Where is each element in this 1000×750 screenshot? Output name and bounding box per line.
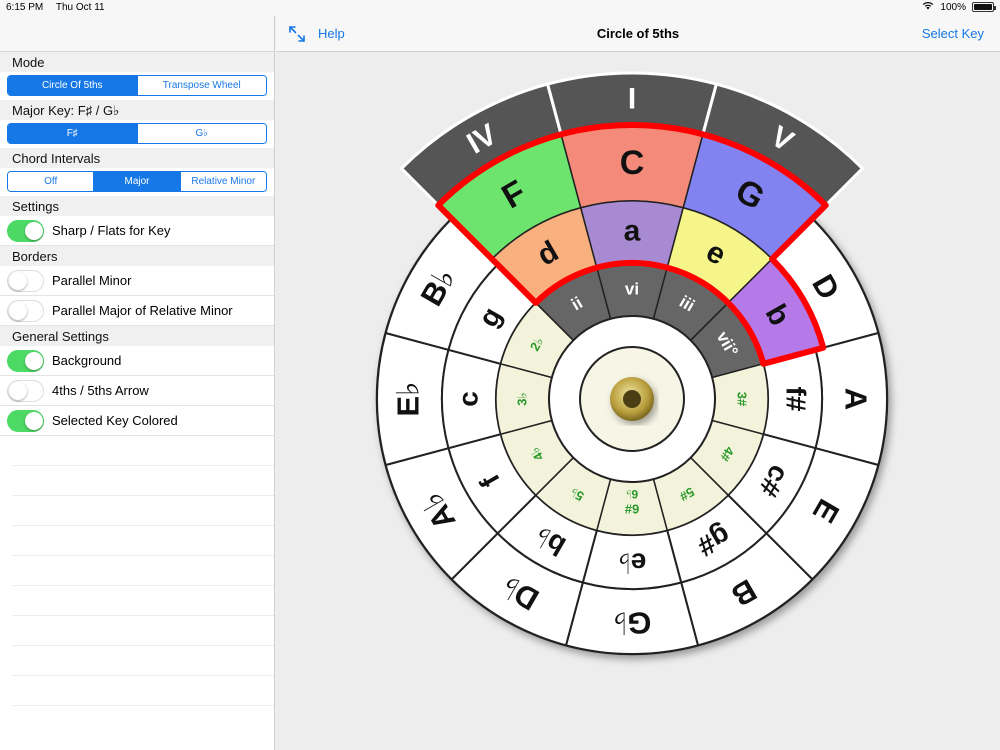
parallel-minor-label: Parallel Minor [52,273,132,288]
settings-sidebar: Mode Circle Of 5ths Transpose Wheel Majo… [0,16,275,750]
minor-key-label-e-flat: e♭ [618,548,647,579]
major-key-label-g-flat: G♭ [613,606,652,641]
settings-header: Settings [0,196,274,216]
sharp-flats-toggle[interactable] [7,219,44,242]
mode-option-transpose-wheel[interactable]: Transpose Wheel [137,76,266,95]
interval-label-3-flat: 3♭ [515,392,530,405]
parallel-major-relative-minor-toggle[interactable] [7,299,44,322]
major-key-option-sharp[interactable]: F♯ [8,124,138,143]
setting-row-background: Background [0,346,274,376]
status-time: 6:15 PM [6,2,44,13]
selected-key-colored-label: Selected Key Colored [52,413,178,428]
4ths-5ths-arrow-toggle[interactable] [7,379,44,402]
setting-row-4ths-5ths-arrow: 4ths / 5ths Arrow [0,376,274,406]
minor-key-label-f-sharp: f# [781,387,812,412]
battery-icon [972,2,996,12]
sharp-flats-label: Sharp / Flats for Key [52,223,171,238]
major-key-label-a: A [839,388,874,410]
chord-intervals-header: Chord Intervals [0,148,274,168]
empty-row [12,616,274,646]
setting-row-selected-key-colored: Selected Key Colored [0,406,274,436]
interval-label-3-sharp: 3# [735,392,750,407]
background-toggle[interactable] [7,349,44,372]
parallel-minor-toggle[interactable] [7,269,44,292]
background-label: Background [52,353,122,368]
chord-intervals-segmented-control: Off Major Relative Minor [7,171,267,192]
setting-row-parallel-minor: Parallel Minor [0,266,274,296]
chord-intervals-option-relative-minor[interactable]: Relative Minor [180,172,266,191]
chord-intervals-option-major[interactable]: Major [94,172,181,191]
major-key-option-flat[interactable]: G♭ [137,124,266,143]
parallel-major-relative-minor-label: Parallel Major of Relative Minor [52,303,233,318]
page-title: Circle of 5ths [596,26,680,41]
4ths-5ths-arrow-label: 4ths / 5ths Arrow [52,383,149,398]
battery-percent: 100% [940,1,966,13]
empty-row [12,526,274,556]
empty-row [12,586,274,616]
status-date: Thu Oct 11 [55,2,105,13]
mode-header: Mode [0,52,274,72]
interval-label-vi: vi [625,280,639,299]
empty-row [12,466,274,496]
empty-row [12,556,274,586]
highlighted-minor-label-a: a [624,215,641,248]
mode-option-circle-of-5ths[interactable]: Circle Of 5ths [8,76,138,95]
hub-knob-center [623,390,641,408]
empty-row [12,496,274,526]
minor-key-label-c: c [453,391,484,407]
empty-row [12,436,274,466]
interval-label-6-sharp: 6# [624,502,639,517]
major-key-label-e-flat: E♭ [391,381,426,416]
major-key-header: Major Key: F♯ / G♭ [0,100,274,120]
mode-segmented-control: Circle Of 5ths Transpose Wheel [7,75,267,96]
selected-key-colored-toggle[interactable] [7,409,44,432]
circle-of-fifths-wheel[interactable]: CGDAEBG♭D♭A♭E♭B♭Faebf#c#g#e♭b♭fcgdviiiiv… [276,52,1000,750]
setting-row-parallel-major-relative-minor: Parallel Major of Relative Minor [0,296,274,326]
chord-degree-label-i: I [628,83,636,116]
empty-row [12,676,274,706]
empty-row [12,646,274,676]
chord-intervals-option-off[interactable]: Off [8,172,95,191]
highlighted-major-label-c: C [620,144,645,182]
select-key-button[interactable]: Select Key [922,26,984,41]
main-area: Help Circle of 5ths Select Key CGDAEBG♭D… [276,16,1000,750]
general-settings-header: General Settings [0,326,274,346]
status-bar: 6:15 PM Thu Oct 11 100% [0,0,1000,16]
sidebar-header-bar [0,16,274,52]
navigation-bar: Help Circle of 5ths Select Key [276,16,1000,52]
major-key-segmented-control: F♯ G♭ [7,123,267,144]
setting-row-sharp-flats: Sharp / Flats for Key [0,216,274,246]
wifi-icon [922,1,934,13]
interval-label-6-flat: 6♭ [626,487,638,501]
borders-header: Borders [0,246,274,266]
